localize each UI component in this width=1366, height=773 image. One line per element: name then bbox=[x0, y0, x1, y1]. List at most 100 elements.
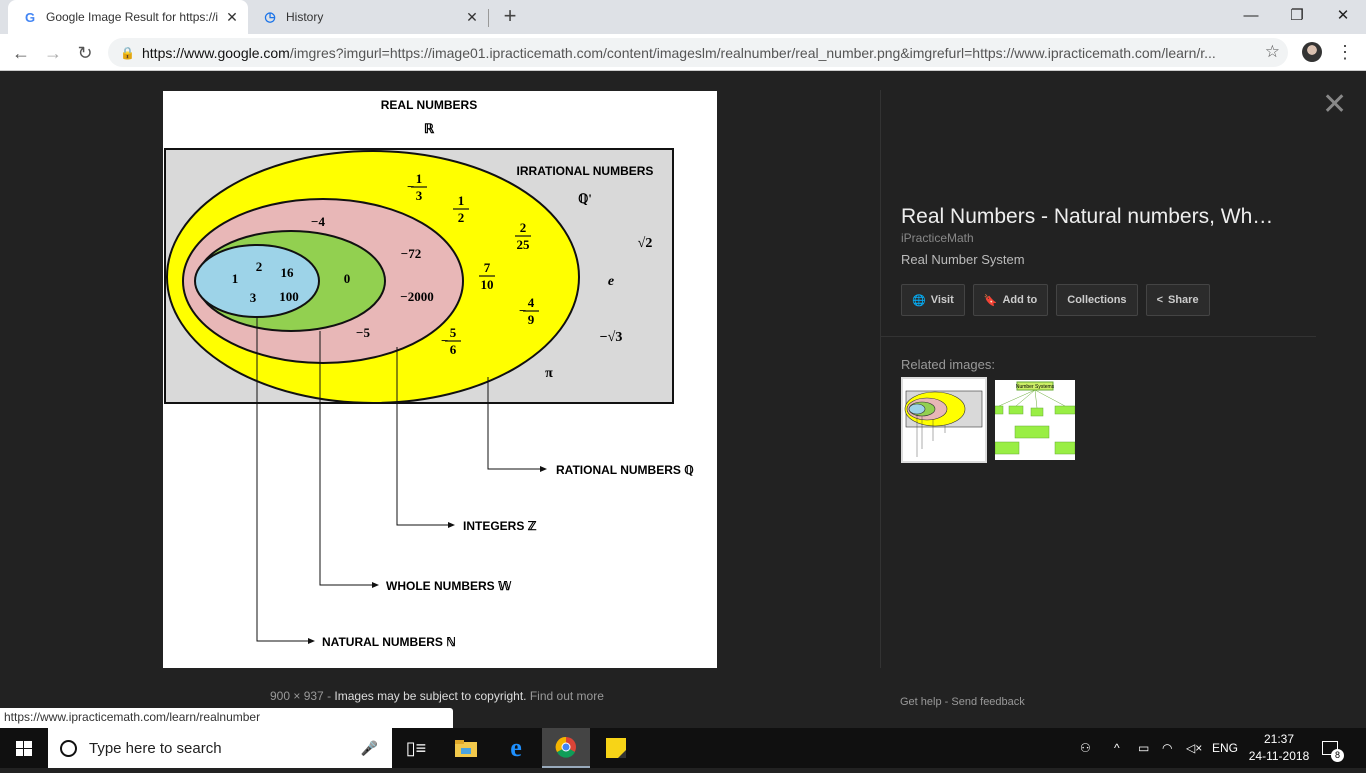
bookmark-icon: 🔖 bbox=[983, 294, 998, 307]
start-button[interactable] bbox=[0, 728, 48, 768]
close-tab-icon[interactable]: ✕ bbox=[222, 9, 242, 26]
irrational-value: π bbox=[545, 366, 553, 381]
notification-count: 8 bbox=[1331, 749, 1344, 762]
send-feedback-link[interactable]: Send feedback bbox=[951, 696, 1024, 708]
integer-value: −72 bbox=[401, 246, 421, 261]
arrowhead bbox=[372, 582, 379, 588]
profile-avatar[interactable] bbox=[1302, 42, 1322, 62]
reload-icon[interactable]: ↻ bbox=[72, 40, 98, 66]
globe-icon: 🌐 bbox=[912, 294, 926, 307]
taskbar-search[interactable]: Type here to search 🎤 bbox=[48, 728, 392, 768]
irrational-symbol: ℚ' bbox=[578, 191, 592, 206]
menu-dots-icon[interactable]: ⋮ bbox=[1336, 42, 1354, 63]
clock[interactable]: 21:37 24-11-2018 bbox=[1244, 731, 1314, 765]
fraction-denominator: 2 bbox=[458, 210, 465, 225]
restore-button[interactable]: ❐ bbox=[1274, 2, 1320, 30]
rational-label: RATIONAL NUMBERS ℚ bbox=[556, 463, 694, 477]
thumbnail-diagram bbox=[904, 390, 983, 457]
chrome-icon[interactable] bbox=[542, 728, 590, 768]
search-placeholder: Type here to search bbox=[89, 739, 222, 757]
wifi-icon[interactable]: ◠ bbox=[1162, 728, 1172, 768]
microphone-icon[interactable]: 🎤 bbox=[361, 740, 378, 757]
irrational-value: e bbox=[608, 274, 614, 289]
show-hidden-icons[interactable]: ^ bbox=[1114, 728, 1120, 768]
forward-arrow-icon[interactable]: → bbox=[40, 40, 66, 66]
clock-time: 21:37 bbox=[1263, 732, 1295, 746]
action-buttons: 🌐 Visit 🔖 Add to Collections < Share bbox=[901, 284, 1210, 316]
tab-label: History bbox=[286, 10, 324, 24]
tab-google-image-result[interactable]: G Google Image Result for https://i ✕ bbox=[8, 0, 248, 34]
close-window-button[interactable]: ✕ bbox=[1320, 2, 1366, 30]
fraction-numerator: 4 bbox=[528, 295, 535, 310]
visit-button[interactable]: 🌐 Visit bbox=[901, 284, 965, 316]
related-images-label: Related images: bbox=[901, 357, 995, 372]
fraction-denominator: 3 bbox=[416, 188, 423, 203]
natural-value: 16 bbox=[281, 265, 295, 280]
windows-logo-icon bbox=[16, 741, 32, 756]
windows-taskbar: Type here to search 🎤 ▯≡ e ⚇ ^ ▭ ◠ ◁× EN… bbox=[0, 728, 1366, 768]
new-tab-button[interactable]: + bbox=[498, 5, 522, 29]
language-indicator[interactable]: ENG bbox=[1212, 728, 1238, 768]
clock-date: 24-11-2018 bbox=[1248, 749, 1310, 763]
back-arrow-icon[interactable]: ← bbox=[8, 40, 34, 66]
fraction-denominator: 10 bbox=[481, 277, 494, 292]
people-icon[interactable]: ⚇ bbox=[1080, 728, 1091, 768]
thumbnail-number-systems: Number Systems bbox=[994, 381, 1076, 455]
related-thumbnail[interactable] bbox=[901, 377, 987, 463]
collections-button[interactable]: Collections bbox=[1056, 284, 1138, 316]
fraction-numerator: 5 bbox=[450, 325, 457, 340]
natural-value: 1 bbox=[232, 271, 239, 286]
fraction-numerator: 7 bbox=[484, 260, 491, 275]
result-title[interactable]: Real Numbers - Natural numbers, Wh… bbox=[901, 205, 1273, 229]
panel-divider bbox=[880, 90, 881, 668]
irrational-value: −√3 bbox=[600, 330, 623, 345]
file-explorer-icon[interactable] bbox=[442, 728, 490, 768]
arrowhead bbox=[448, 522, 455, 528]
close-viewer-icon[interactable]: ✕ bbox=[1322, 90, 1347, 120]
share-icon: < bbox=[1156, 294, 1163, 306]
related-thumbnail[interactable]: Number Systems bbox=[994, 380, 1076, 460]
tab-history[interactable]: ◷ History ✕ bbox=[248, 0, 488, 34]
close-tab-icon[interactable]: ✕ bbox=[462, 9, 482, 26]
fraction-denominator: 6 bbox=[450, 342, 457, 357]
address-bar[interactable]: 🔒 https://www.google.com/imgres?imgurl=h… bbox=[108, 38, 1288, 67]
result-site[interactable]: iPracticeMath bbox=[901, 231, 974, 245]
integer-value: −5 bbox=[356, 325, 370, 340]
task-view-icon[interactable]: ▯≡ bbox=[392, 728, 440, 768]
edge-icon[interactable]: e bbox=[492, 728, 540, 768]
minimize-button[interactable]: — bbox=[1228, 2, 1274, 30]
sticky-notes-icon[interactable] bbox=[592, 728, 640, 768]
arrowhead bbox=[308, 638, 315, 644]
integers-label: INTEGERS ℤ bbox=[463, 519, 537, 533]
natural-value: 2 bbox=[256, 259, 263, 274]
address-url[interactable]: https://www.google.com/imgres?imgurl=htt… bbox=[142, 45, 1242, 61]
irrational-value: √2 bbox=[638, 236, 653, 251]
copyright-notice: Images may be subject to copyright. bbox=[334, 689, 527, 703]
fraction-numerator: 1 bbox=[416, 171, 423, 186]
whole-value: 0 bbox=[344, 271, 351, 286]
browser-toolbar: ← → ↻ 🔒 https://www.google.com/imgres?im… bbox=[0, 34, 1366, 71]
image-viewer: REAL NUMBERS ℝ IRRATIONAL NUMBERS ℚ' 1 2… bbox=[0, 72, 1366, 728]
fraction-numerator: 1 bbox=[458, 193, 465, 208]
irrational-label: IRRATIONAL NUMBERS bbox=[517, 164, 654, 178]
diagram-title: REAL NUMBERS bbox=[381, 98, 477, 112]
get-help-link[interactable]: Get help bbox=[900, 696, 942, 708]
battery-icon[interactable]: ▭ bbox=[1138, 728, 1149, 768]
fraction-denominator: 25 bbox=[517, 237, 531, 252]
volume-muted-icon[interactable]: ◁× bbox=[1186, 728, 1202, 768]
real-symbol: ℝ bbox=[424, 121, 435, 136]
integer-value: −2000 bbox=[400, 289, 433, 304]
find-out-more-link[interactable]: Find out more bbox=[530, 689, 604, 703]
share-button[interactable]: < Share bbox=[1145, 284, 1210, 316]
real-numbers-diagram: REAL NUMBERS ℝ IRRATIONAL NUMBERS ℚ' 1 2… bbox=[164, 98, 694, 649]
google-g-icon: G bbox=[24, 9, 36, 25]
image-meta: 900 × 937 - Images may be subject to cop… bbox=[270, 689, 604, 703]
natural-value: 3 bbox=[250, 290, 257, 305]
main-image[interactable]: REAL NUMBERS ℝ IRRATIONAL NUMBERS ℚ' 1 2… bbox=[163, 91, 717, 668]
notification-center-icon[interactable]: 8 bbox=[1322, 728, 1344, 768]
arrowhead bbox=[540, 466, 547, 472]
bookmark-star-icon[interactable]: ☆ bbox=[1265, 42, 1280, 62]
tab-separator bbox=[488, 9, 489, 27]
add-to-button[interactable]: 🔖 Add to bbox=[972, 284, 1049, 316]
natural-ellipse bbox=[194, 244, 320, 318]
